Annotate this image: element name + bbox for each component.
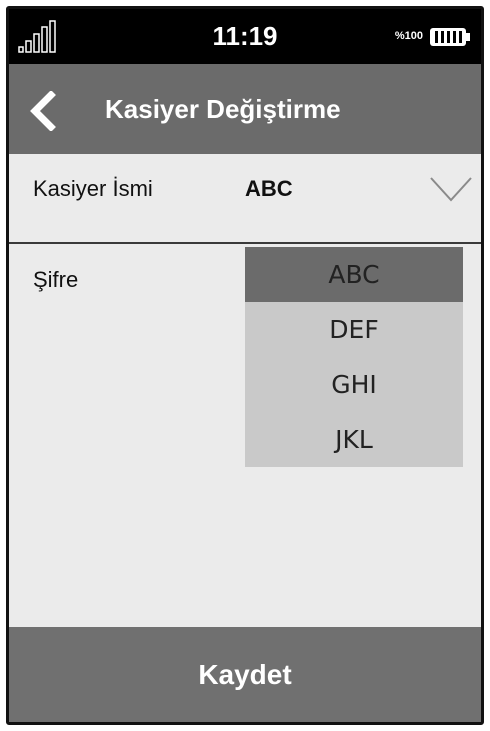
password-label: Şifre	[33, 267, 79, 292]
header-bar: Kasiyer Değiştirme	[9, 64, 481, 154]
dropdown-option-def[interactable]: DEF	[245, 302, 463, 357]
page-title: Kasiyer Değiştirme	[105, 94, 341, 124]
cashier-select-value: ABC	[245, 176, 293, 201]
save-button[interactable]: Kaydet	[9, 627, 481, 722]
dropdown-option-ghi[interactable]: GHI	[245, 357, 463, 412]
status-bar: 11:19 %100	[9, 9, 481, 64]
dropdown-option-jkl[interactable]: JKL	[245, 412, 463, 467]
cashier-name-label: Kasiyer İsmi	[33, 176, 153, 201]
chevron-down-icon	[430, 177, 472, 202]
cashier-row: Kasiyer İsmi ABC	[9, 154, 481, 244]
battery-icon	[430, 28, 470, 46]
dropdown-option-abc[interactable]: ABC	[245, 247, 463, 302]
chevron-left-icon[interactable]	[27, 91, 59, 131]
battery-percent: %100	[394, 30, 423, 42]
phone-screen: 11:19 %100 Kasiyer Değiştirme Kasiyer İs…	[6, 6, 484, 725]
cashier-select[interactable]: ABC	[239, 154, 481, 242]
cashier-dropdown-list: ABC DEF GHI JKL	[245, 247, 463, 467]
